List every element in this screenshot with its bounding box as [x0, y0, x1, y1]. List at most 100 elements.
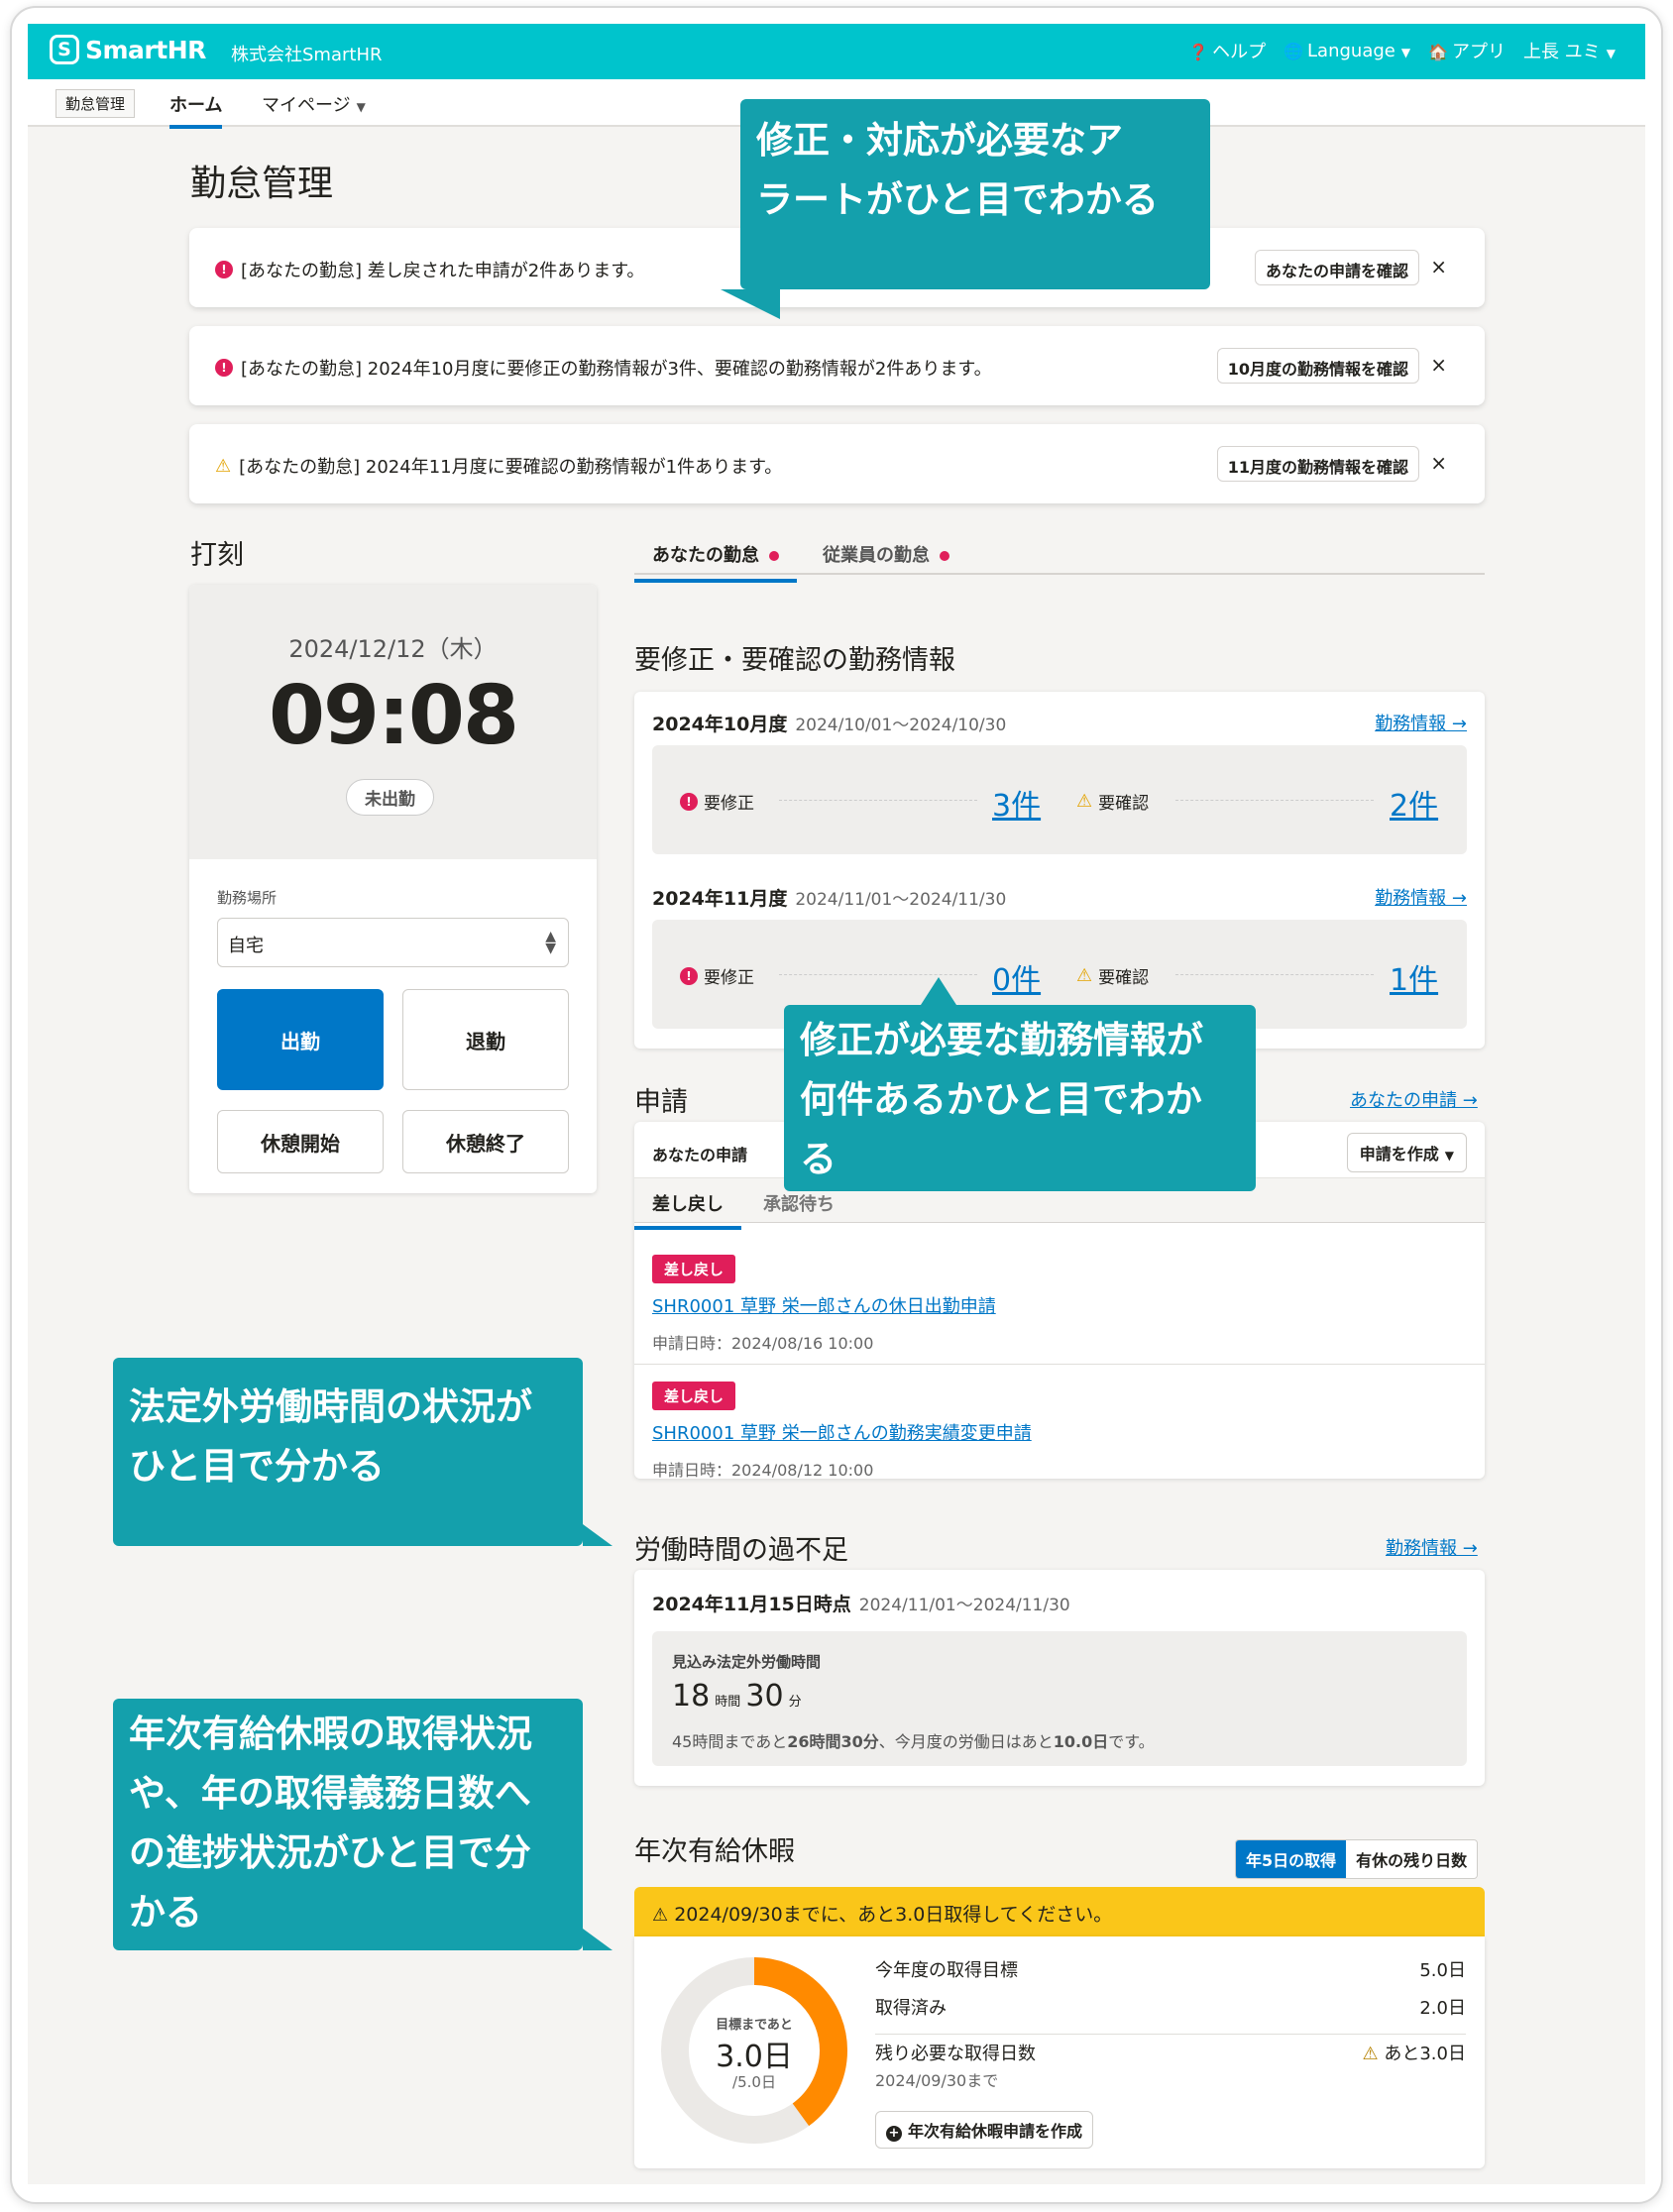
error-icon: ! [680, 792, 698, 811]
requests-title: 申請 [634, 1087, 688, 1118]
check-count-link[interactable]: 2件 [1390, 781, 1438, 825]
punch-title: 打刻 [190, 540, 244, 571]
callout-tail [583, 1524, 613, 1546]
toggle-five-days[interactable]: 年5日の取得 [1236, 1840, 1347, 1878]
help-label: ヘルプ [1212, 42, 1267, 62]
error-icon: ! [680, 966, 698, 985]
user-menu[interactable]: 上長 ユミ ▼ [1523, 38, 1616, 63]
warning-icon: ⚠ [1076, 965, 1093, 986]
overtime-label: 見込み法定外労働時間 [672, 1653, 822, 1671]
alert-text: [あなたの勤怠] 2024年11月度に要確認の勤務情報が1件あります。 [239, 457, 783, 478]
overtime-value: 18 時間 30 分 [672, 1679, 802, 1714]
globe-icon: 🌐 [1283, 41, 1304, 60]
language-menu[interactable]: 🌐 Language ▼ [1283, 41, 1410, 61]
callout-tail [721, 289, 780, 319]
tab-returned[interactable]: 差し戻し [634, 1190, 741, 1230]
nav-mypage[interactable]: マイページ ▼ [262, 91, 366, 117]
remaining-value-wrap: ⚠ あと3.0日 [1362, 2040, 1466, 2065]
user-name: 上長 ユミ [1523, 42, 1601, 62]
work-info-link[interactable]: 勤務情報 → [1375, 710, 1467, 735]
leave-title: 年次有給休暇 [634, 1836, 795, 1867]
taken-value: 2.0日 [1419, 1998, 1466, 2019]
current-date: 2024/12/12（木） [288, 635, 498, 663]
my-requests-link[interactable]: あなたの申請 → [1350, 1086, 1478, 1112]
close-icon[interactable]: × [1430, 353, 1447, 377]
returned-badge: 差し戻し [652, 1255, 736, 1283]
tab-pending[interactable]: 承認待ち [763, 1190, 835, 1216]
nav-home[interactable]: ホーム [169, 91, 223, 129]
donut-label: 目標まであと [716, 2018, 793, 2033]
leave-view-toggle: 年5日の取得 有休の残り日数 [1235, 1839, 1479, 1879]
check-requests-button[interactable]: あなたの申請を確認 [1254, 250, 1419, 285]
clock-panel: 2024/12/12（木） 09:08 未出勤 [189, 585, 597, 859]
location-label: 勤務場所 [217, 889, 278, 907]
help-link[interactable]: ❓ ヘルプ [1188, 38, 1266, 63]
target-label: 今年度の取得目標 [875, 1960, 1018, 1981]
overtime-range: 2024/11/01〜2024/11/30 [858, 1596, 1070, 1615]
toggle-remaining[interactable]: 有休の残り日数 [1346, 1840, 1478, 1878]
warning-icon: ⚠ [1362, 2044, 1379, 2064]
minutes-value: 30 [745, 1679, 784, 1714]
tab-employees[interactable]: 従業員の勤怠 [823, 541, 949, 567]
check-label: 要確認 [1098, 968, 1150, 988]
fix-label: 要修正 [704, 968, 754, 988]
fix-count-link[interactable]: 3件 [992, 781, 1041, 825]
plus-icon: + [886, 2126, 902, 2142]
apps-menu[interactable]: 🏠 アプリ [1428, 38, 1506, 63]
location-value: 自宅 [228, 936, 264, 956]
notification-dot [940, 551, 949, 561]
overtime-box: 見込み法定外労働時間 18 時間 30 分 45時間まであと26時間30分、今月… [652, 1631, 1467, 1766]
check-october-button[interactable]: 10月度の勤務情報を確認 [1216, 348, 1419, 384]
clock-out-button[interactable]: 退勤 [402, 989, 569, 1090]
request-link[interactable]: SHR0001 草野 栄一郎さんの休日出勤申請 [652, 1292, 996, 1318]
callout-tail [583, 1929, 613, 1950]
clock-in-button[interactable]: 出勤 [217, 989, 384, 1090]
check-november-button[interactable]: 11月度の勤務情報を確認 [1216, 446, 1419, 482]
taken-row: 取得済み 2.0日 [875, 1994, 1466, 2035]
period-summary: ! 要修正 3件 ⚠ 要確認 2件 [652, 745, 1467, 854]
request-date: 申請日時：2024/08/12 10:00 [652, 1461, 874, 1480]
request-date: 申請日時：2024/08/16 10:00 [652, 1334, 874, 1353]
warning-icon: ⚠ [1076, 791, 1093, 812]
product-label: 勤怠管理 [56, 89, 136, 118]
check-count-link[interactable]: 1件 [1390, 955, 1438, 999]
callout-leave: 年次有給休暇の取得状況 や、年の取得義務日数へ の進捗状況がひと目で分 かる [113, 1699, 613, 1950]
status-badge: 未出勤 [346, 779, 434, 816]
overtime-card: 2024年11月15日時点 2024/11/01〜2024/11/30 見込み法定… [634, 1570, 1485, 1786]
location-select[interactable]: 自宅 ▲ ▼ [217, 918, 569, 967]
help-icon: ❓ [1188, 43, 1209, 61]
create-leave-label: 年次有給休暇申請を作成 [908, 2122, 1083, 2141]
requests-header-label: あなたの申請 [652, 1146, 748, 1164]
fix-section-title: 要修正・要確認の勤務情報 [634, 645, 955, 676]
leave-card: 目標まであと 3.0日 /5.0日 今年度の取得目標 5.0日 取得済み 2.0日 … [634, 1936, 1485, 2168]
caret-down-icon: ▼ [1444, 1149, 1454, 1162]
fix-item: ! 要修正 [680, 789, 754, 814]
period-label: 2024年10月度 [652, 714, 788, 735]
smarthr-logo[interactable]: S SmartHR [50, 35, 206, 64]
tab-mine[interactable]: あなたの勤怠 [634, 541, 797, 583]
check-item: ⚠ 要確認 [1076, 963, 1149, 988]
break-start-button[interactable]: 休憩開始 [217, 1110, 384, 1173]
period-header: 2024年11月度 2024/11/01〜2024/11/30 [652, 884, 1006, 911]
callout-alerts: 修正・対応が必要なア ラートがひと目でわかる [721, 99, 1210, 319]
close-icon[interactable]: × [1430, 255, 1447, 278]
close-icon[interactable]: × [1430, 451, 1447, 475]
callout-fix: 修正が必要な勤務情報が 何件あるかひと目でわかる [784, 977, 1256, 1191]
alert-text: [あなたの勤怠] 差し戻された申請が2件あります。 [241, 261, 645, 281]
punch-card: 2024/12/12（木） 09:08 未出勤 勤務場所 自宅 ▲ ▼ 出勤 退勤 … [189, 585, 597, 1193]
donut-total: /5.0日 [732, 2073, 776, 2091]
warning-icon: ⚠ [652, 1905, 669, 1926]
work-info-link[interactable]: 勤務情報 → [1375, 884, 1467, 910]
fix-count-link[interactable]: 0件 [992, 955, 1041, 999]
overtime-note: 45時間まであと26時間30分、今月度の労働日はあと10.0日です。 [672, 1732, 1155, 1751]
fix-card: 2024年10月度 2024/10/01〜2024/10/30 勤務情報 → ! 要… [634, 692, 1485, 1049]
create-leave-button[interactable]: + 年次有給休暇申請を作成 [875, 2111, 1094, 2149]
error-icon: ! [215, 261, 233, 278]
overtime-work-info-link[interactable]: 勤務情報 → [1386, 1534, 1478, 1560]
overtime-header: 2024年11月15日時点 2024/11/01〜2024/11/30 [652, 1590, 1070, 1616]
period-label: 2024年11月度 [652, 888, 788, 910]
caret-down-icon: ▼ [1400, 45, 1411, 59]
request-link[interactable]: SHR0001 草野 栄一郎さんの勤務実績変更申請 [652, 1419, 1032, 1445]
break-end-button[interactable]: 休憩終了 [402, 1110, 569, 1173]
create-request-button[interactable]: 申請を作成 ▼ [1346, 1133, 1467, 1172]
